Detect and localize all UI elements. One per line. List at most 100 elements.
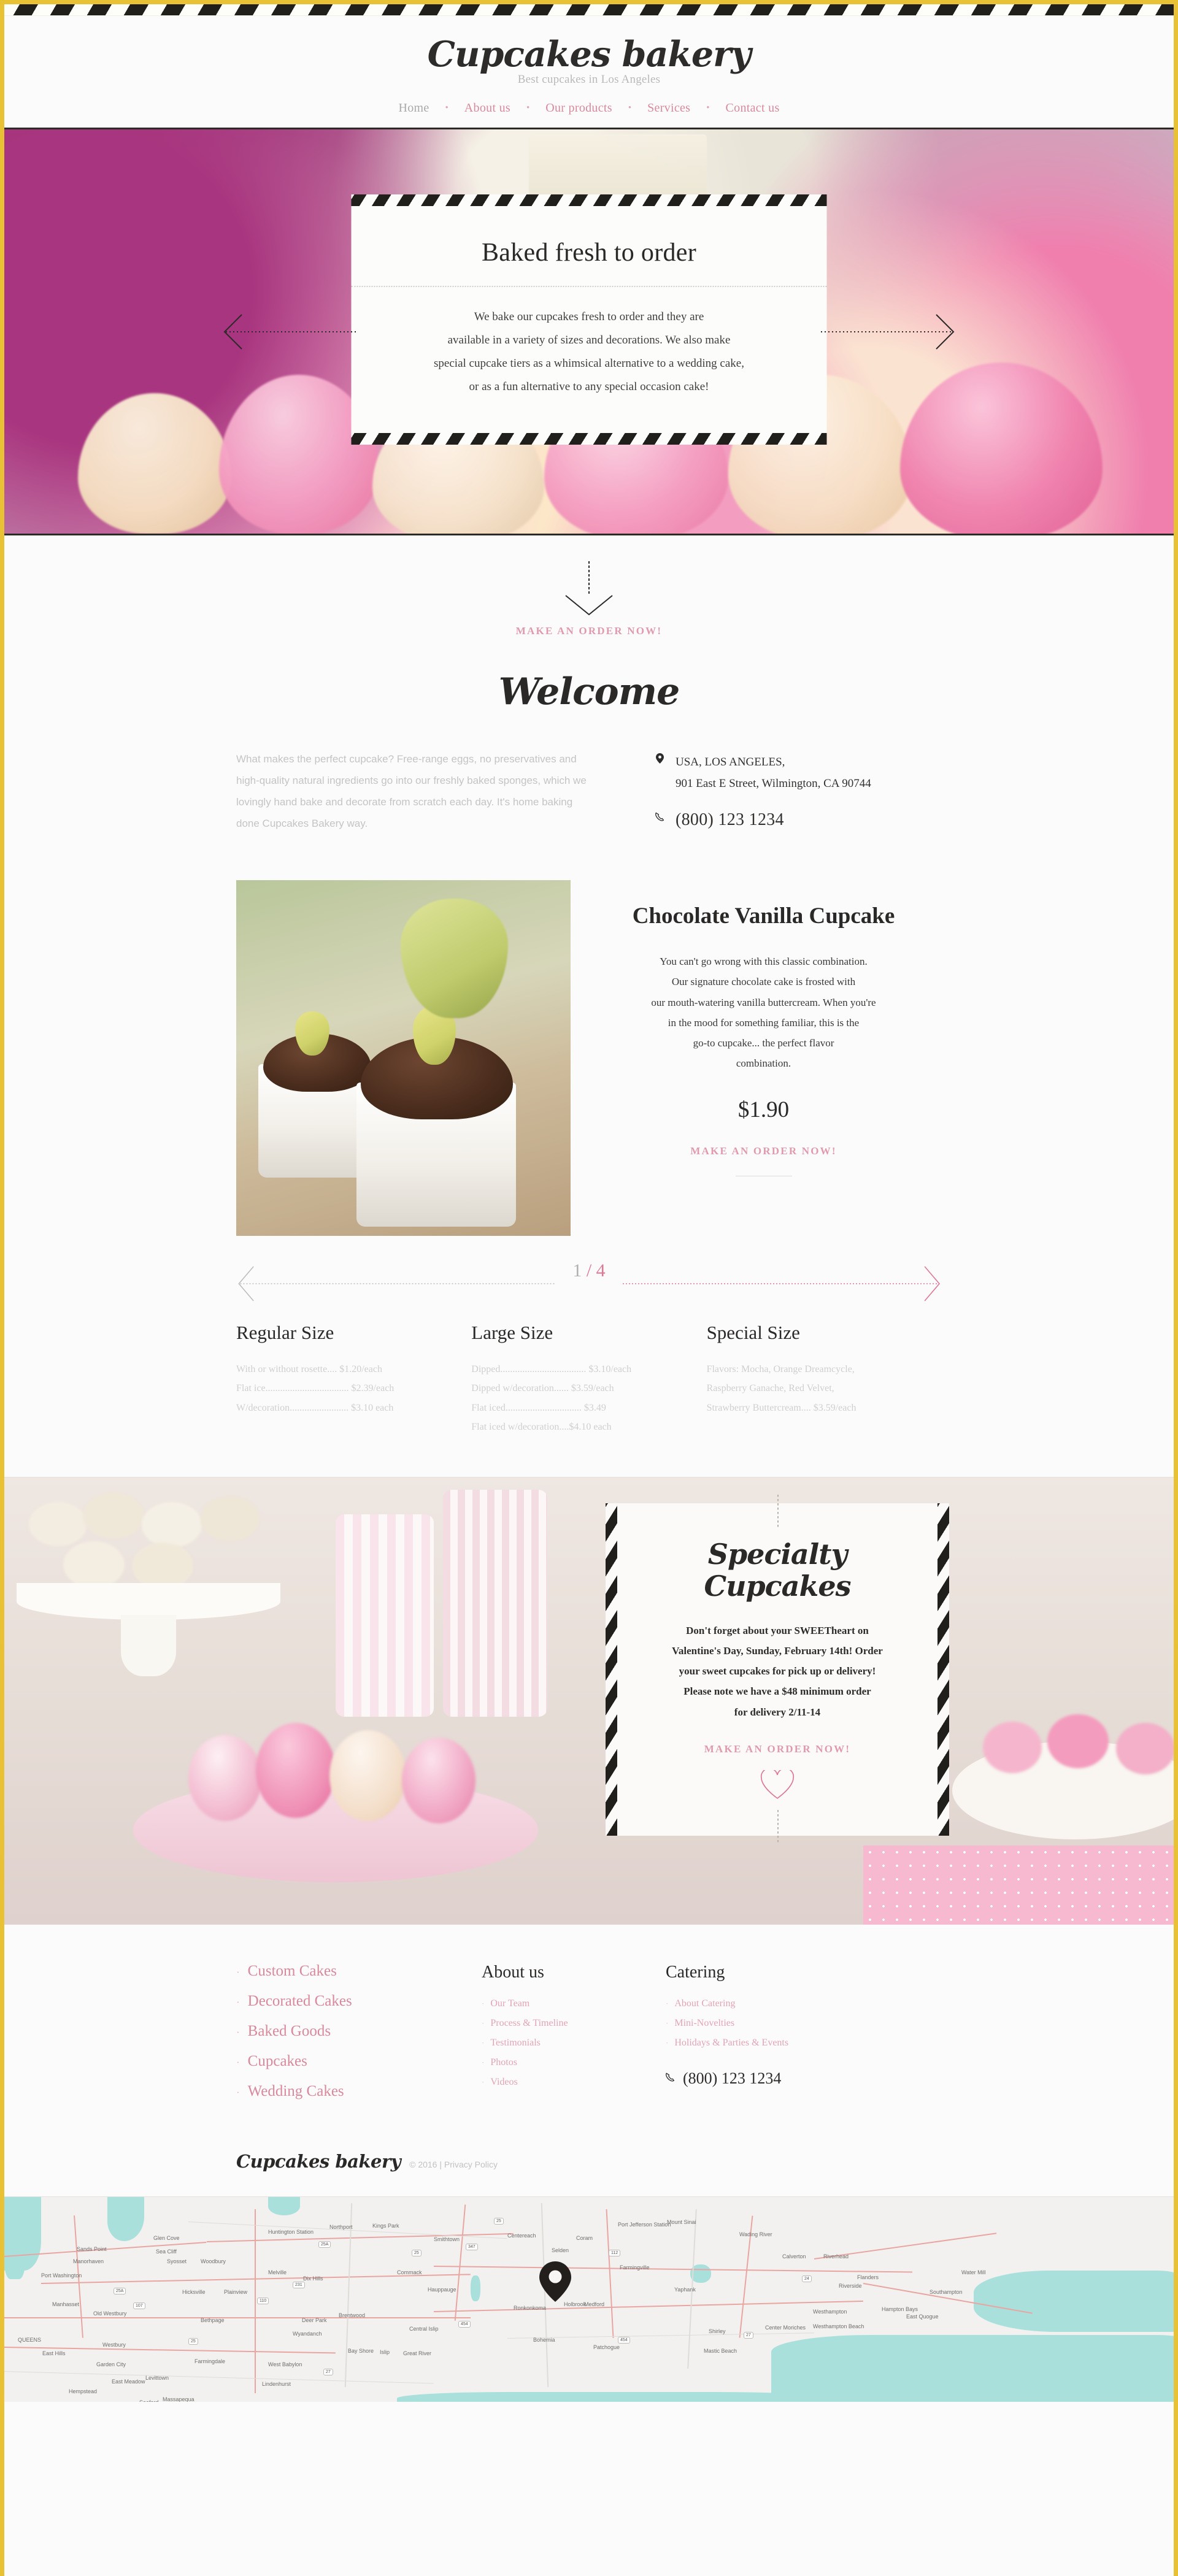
footer-link-wedding-cakes[interactable]: Wedding Cakes: [248, 2083, 344, 2100]
nav-item-services[interactable]: Services: [631, 101, 706, 115]
pager-next-button[interactable]: [623, 1265, 942, 1276]
main-navigation: Home • About us • Our products • Service…: [4, 101, 1174, 128]
size-column-regular: Regular Size With or without rosette....…: [236, 1322, 471, 1436]
site-logo[interactable]: Cupcakes bakery: [4, 37, 1174, 72]
list-item[interactable]: · Our Team: [482, 1998, 666, 2009]
road: [206, 2233, 514, 2243]
map-place-label: East Quogue: [906, 2313, 939, 2320]
footer-link-testimonials[interactable]: Testimonials: [490, 2037, 541, 2049]
hero-description: We bake our cupcakes fresh to order and …: [434, 310, 744, 393]
map-route-shield: 107: [133, 2302, 145, 2310]
location-map[interactable]: Sands Point Manorhaven Port Washington Glen…: [4, 2196, 1174, 2402]
footer-link-holidays-parties-events[interactable]: Holidays & Parties & Events: [674, 2037, 788, 2049]
map-place-label: Wyandanch: [293, 2331, 322, 2337]
footer-link-process-timeline[interactable]: Process & Timeline: [490, 2018, 568, 2029]
footer-phone-number: (800) 123 1234: [683, 2069, 782, 2088]
list-item[interactable]: · Photos: [482, 2057, 666, 2068]
footer-link-about-catering[interactable]: About Catering: [674, 1998, 735, 2009]
list-item[interactable]: · Baked Goods: [236, 2023, 482, 2040]
phone-row[interactable]: (800) 123 1234: [653, 810, 942, 830]
list-item[interactable]: · Testimonials: [482, 2037, 666, 2049]
map-route-shield: 24: [802, 2275, 812, 2283]
hero-next-arrow[interactable]: [821, 313, 956, 350]
map-place-label: Center Moriches: [765, 2325, 806, 2331]
decorative-top-stripe: [4, 0, 1174, 16]
caption-bottom-stripe: [351, 433, 827, 445]
bullet-icon: ·: [482, 2018, 485, 2028]
map-place-label: Hauppauge: [428, 2287, 456, 2293]
footer-link-mini-novelties[interactable]: Mini-Novelties: [674, 2018, 734, 2029]
map-route-shield: 27: [323, 2369, 333, 2376]
nav-item-contact-us[interactable]: Contact us: [710, 101, 796, 115]
contact-block: USA, LOS ANGELES, 901 East E Street, Wil…: [653, 749, 942, 846]
map-place-label: Brentwood: [339, 2312, 366, 2319]
product-slider: Chocolate Vanilla Cupcake You can't go w…: [236, 880, 942, 1236]
size-item: With or without rosette.... $1.20/each: [236, 1364, 382, 1375]
specialty-background-image: [4, 1478, 1174, 1925]
macaron-shape: [201, 1496, 260, 1542]
footer-link-cupcakes[interactable]: Cupcakes: [248, 2053, 307, 2070]
list-item[interactable]: · About Catering: [666, 1998, 942, 2009]
heart-icon: [760, 1768, 795, 1799]
footer-about-heading: About us: [482, 1963, 544, 1982]
map-route-shield: 25: [412, 2250, 422, 2257]
macaron-shape: [63, 1541, 125, 1589]
specialty-order-link[interactable]: MAKE AN ORDER NOW!: [704, 1743, 850, 1755]
list-item[interactable]: · Custom Cakes: [236, 1963, 482, 1980]
size-heading: Regular Size: [236, 1322, 334, 1344]
caption-top-stripe: [351, 194, 827, 206]
footer-products-column: · Custom Cakes · Decorated Cakes · Baked…: [236, 1963, 482, 2113]
map-place-label: Shirley: [709, 2328, 726, 2335]
product-description: You can't go wrong with this classic com…: [651, 956, 876, 1069]
map-place-label: Riverside: [839, 2283, 862, 2290]
footer-link-our-team[interactable]: Our Team: [490, 1998, 529, 2009]
list-item[interactable]: · Holidays & Parties & Events: [666, 2037, 942, 2049]
nav-item-home[interactable]: Home: [382, 101, 445, 115]
hero-title: Baked fresh to order: [481, 239, 697, 267]
map-place-label: Great River: [403, 2350, 432, 2357]
map-place-label: Bay Shore: [348, 2348, 374, 2355]
map-place-label: Huntington Station: [268, 2229, 314, 2236]
list-item[interactable]: · Videos: [482, 2077, 666, 2088]
hero-prev-arrow[interactable]: [222, 313, 357, 350]
footer-link-baked-goods[interactable]: Baked Goods: [248, 2023, 331, 2040]
footer-link-photos[interactable]: Photos: [490, 2057, 517, 2068]
make-an-order-link[interactable]: MAKE AN ORDER NOW!: [516, 625, 662, 637]
road: [4, 2371, 434, 2384]
bullet-icon: ·: [482, 2077, 485, 2087]
bullet-icon: ·: [482, 2058, 485, 2068]
list-item[interactable]: · Process & Timeline: [482, 2018, 666, 2029]
bakery-location-marker[interactable]: [539, 2261, 571, 2305]
footer-link-videos[interactable]: Videos: [490, 2077, 517, 2088]
map-place-label: Selden: [552, 2247, 569, 2254]
map-place-label: Bethpage: [201, 2317, 225, 2324]
card-right-stripe: [937, 1503, 949, 1836]
road: [255, 2209, 256, 2394]
footer-catering-column: Catering · About Catering · Mini-Novelti…: [666, 1963, 942, 2113]
list-item[interactable]: · Mini-Novelties: [666, 2018, 942, 2029]
size-item: Dipped..................................…: [471, 1364, 632, 1375]
macaron-shape: [83, 1492, 144, 1539]
map-place-label: Woodbury: [201, 2258, 226, 2265]
copyright-text[interactable]: © 2016 | Privacy Policy: [409, 2160, 498, 2169]
map-route-shield: 25A: [318, 2241, 331, 2248]
footer-link-decorated-cakes[interactable]: Decorated Cakes: [248, 1993, 352, 2010]
nav-item-about-us[interactable]: About us: [448, 101, 526, 115]
product-order-link[interactable]: MAKE AN ORDER NOW!: [690, 1145, 836, 1157]
road: [433, 2300, 863, 2313]
pager-current: 1: [572, 1260, 582, 1281]
footer-link-custom-cakes[interactable]: Custom Cakes: [248, 1963, 337, 1980]
list-item[interactable]: · Wedding Cakes: [236, 2083, 482, 2100]
nav-item-our-products[interactable]: Our products: [529, 101, 628, 115]
list-item[interactable]: · Decorated Cakes: [236, 1993, 482, 2010]
water-body: [471, 2275, 480, 2302]
footer-about-column: About us · Our Team · Process & Timeline…: [482, 1963, 666, 2113]
chevron-right-icon: [821, 314, 955, 350]
footer-logo[interactable]: Cupcakes bakery: [236, 2151, 401, 2172]
footer-phone-row[interactable]: (800) 123 1234: [666, 2069, 942, 2088]
cupcake-shape: [188, 1735, 262, 1822]
pager-prev-button[interactable]: [236, 1265, 555, 1276]
bullet-icon: ·: [236, 2057, 240, 2069]
list-item[interactable]: · Cupcakes: [236, 2053, 482, 2070]
size-heading: Large Size: [471, 1322, 553, 1344]
